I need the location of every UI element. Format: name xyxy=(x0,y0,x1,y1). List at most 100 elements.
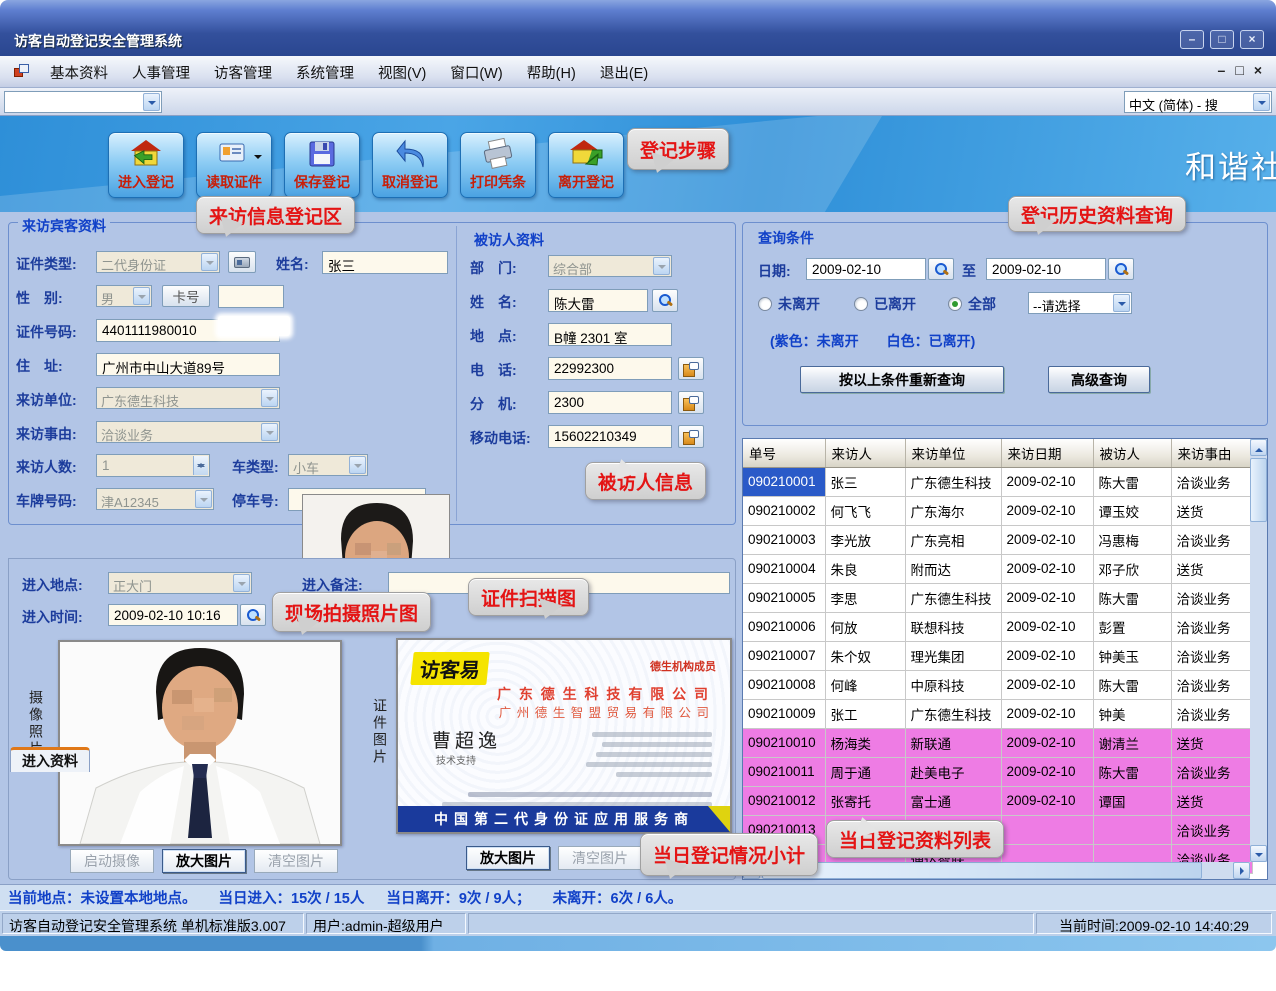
date-from-picker-button[interactable] xyxy=(928,258,954,280)
search-person-button[interactable] xyxy=(652,289,678,312)
table-cell[interactable]: 彭置 xyxy=(1093,612,1171,641)
table-cell[interactable]: 洽谈业务 xyxy=(1171,670,1252,699)
table-cell[interactable]: 送货 xyxy=(1171,728,1252,757)
table-row[interactable]: 090210008何峰中原科技2009-02-10陈大雷洽谈业务 xyxy=(743,670,1252,699)
table-cell[interactable]: 2009-02-10 xyxy=(1001,554,1093,583)
table-cell[interactable]: 附而达 xyxy=(905,554,1001,583)
table-cell[interactable]: 090210002 xyxy=(743,496,825,525)
quick-select-combo[interactable] xyxy=(4,91,162,113)
col-header[interactable]: 被访人 xyxy=(1093,439,1171,467)
date-to-field[interactable]: 2009-02-10 xyxy=(986,258,1106,280)
radio-全部[interactable]: 全部 xyxy=(948,294,996,314)
interviewee-name-field[interactable]: 陈大雷 xyxy=(548,289,648,312)
table-row[interactable]: 090210004朱良附而达2009-02-10邓子欣送货 xyxy=(743,554,1252,583)
dept-combo[interactable]: 综合部 xyxy=(548,255,672,277)
table-cell[interactable]: 090210008 xyxy=(743,670,825,699)
col-header[interactable]: 来访人 xyxy=(825,439,905,467)
table-cell[interactable]: 090210005 xyxy=(743,583,825,612)
table-cell[interactable]: 陈大雷 xyxy=(1093,467,1171,496)
card-number-button[interactable]: 卡号 xyxy=(162,285,210,307)
table-cell[interactable]: 赴美电子 xyxy=(905,757,1001,786)
table-cell[interactable]: 090210011 xyxy=(743,757,825,786)
table-cell[interactable]: 钟美 xyxy=(1093,699,1171,728)
table-cell[interactable]: 090210004 xyxy=(743,554,825,583)
menu-item-0[interactable]: 基本资料 xyxy=(38,58,120,87)
cert-type-combo[interactable]: 二代身份证 xyxy=(96,251,220,273)
table-cell[interactable]: 李光放 xyxy=(825,525,905,554)
table-cell[interactable]: 广东德生科技 xyxy=(905,467,1001,496)
table-cell[interactable]: 2009-02-10 xyxy=(1001,786,1093,815)
table-row[interactable]: 090210003李光放广东亮相2009-02-10冯惠梅洽谈业务 xyxy=(743,525,1252,554)
horizontal-scrollbar[interactable] xyxy=(743,862,1250,879)
放大图片-button[interactable]: 放大图片 xyxy=(162,849,246,873)
vehicle-type-combo[interactable]: 小车 xyxy=(288,454,368,476)
table-cell[interactable]: 2009-02-10 xyxy=(1001,583,1093,612)
table-cell[interactable]: 谭玉姣 xyxy=(1093,496,1171,525)
table-cell[interactable]: 陈大雷 xyxy=(1093,757,1171,786)
table-cell[interactable]: 朱良 xyxy=(825,554,905,583)
location-field[interactable]: B幢 2301 室 xyxy=(548,323,672,346)
table-cell[interactable]: 送货 xyxy=(1171,786,1252,815)
table-cell[interactable]: 090210012 xyxy=(743,786,825,815)
menu-item-6[interactable]: 帮助(H) xyxy=(515,58,588,87)
chevron-down-icon[interactable] xyxy=(1253,93,1270,111)
scroll-down-icon[interactable] xyxy=(1250,845,1267,862)
enter-register-button[interactable]: 进入登记 xyxy=(108,132,184,198)
table-cell[interactable]: 富士通 xyxy=(905,786,1001,815)
col-header[interactable]: 来访事由 xyxy=(1171,439,1252,467)
table-cell[interactable]: 090210009 xyxy=(743,699,825,728)
read-card-button[interactable]: 读取证件 xyxy=(196,132,272,198)
table-cell[interactable] xyxy=(1001,815,1093,844)
dial-phone-button[interactable] xyxy=(678,357,704,380)
table-cell[interactable]: 洽谈业务 xyxy=(1171,699,1252,728)
table-cell[interactable]: 周于通 xyxy=(825,757,905,786)
menu-item-3[interactable]: 系统管理 xyxy=(284,58,366,87)
table-cell[interactable]: 090210010 xyxy=(743,728,825,757)
radio-icon[interactable] xyxy=(948,297,962,311)
time-picker-button[interactable] xyxy=(240,604,266,626)
table-cell[interactable]: 陈大雷 xyxy=(1093,670,1171,699)
table-row[interactable]: 090210005李思广东德生科技2009-02-10陈大雷洽谈业务 xyxy=(743,583,1252,612)
radio-未离开[interactable]: 未离开 xyxy=(758,294,820,314)
table-cell[interactable]: 广东德生科技 xyxy=(905,699,1001,728)
table-cell[interactable] xyxy=(1093,815,1171,844)
print-receipt-button[interactable]: 打印凭条 xyxy=(460,132,536,198)
chevron-down-icon[interactable] xyxy=(254,155,262,163)
table-cell[interactable]: 张三 xyxy=(825,467,905,496)
col-header[interactable]: 来访日期 xyxy=(1001,439,1093,467)
table-cell[interactable]: 陈大雷 xyxy=(1093,583,1171,612)
table-cell[interactable]: 090210007 xyxy=(743,641,825,670)
table-cell[interactable]: 2009-02-10 xyxy=(1001,525,1093,554)
scroll-up-icon[interactable] xyxy=(1250,439,1267,456)
scroll-right-icon[interactable] xyxy=(1233,862,1250,879)
date-to-picker-button[interactable] xyxy=(1108,258,1134,280)
plate-combo[interactable]: 津A12345 xyxy=(96,488,214,510)
address-field[interactable]: 广州市中山大道89号 xyxy=(96,353,280,376)
enter-time-field[interactable]: 2009-02-10 10:16 xyxy=(108,604,238,626)
advanced-query-button[interactable]: 高级查询 xyxy=(1048,366,1150,393)
table-cell[interactable]: 2009-02-10 xyxy=(1001,728,1093,757)
table-cell[interactable]: 中原科技 xyxy=(905,670,1001,699)
mdi-close-icon[interactable]: × xyxy=(1254,62,1262,78)
table-cell[interactable]: 洽谈业务 xyxy=(1171,641,1252,670)
hscroll-thumb[interactable] xyxy=(762,862,1202,879)
close-icon[interactable]: × xyxy=(1240,30,1264,49)
language-combo[interactable]: 中文 (简体) - 搜 xyxy=(1124,91,1272,113)
status-select-combo[interactable]: --请选择 xyxy=(1028,292,1132,314)
table-cell[interactable]: 2009-02-10 xyxy=(1001,496,1093,525)
tab-enter-info[interactable]: 进入资料 xyxy=(10,747,90,772)
radio-icon[interactable] xyxy=(854,297,868,311)
menu-item-7[interactable]: 退出(E) xyxy=(588,58,660,87)
table-cell[interactable]: 洽谈业务 xyxy=(1171,525,1252,554)
table-cell[interactable]: 新联通 xyxy=(905,728,1001,757)
table-row[interactable]: 090210011周于通赴美电子2009-02-10陈大雷洽谈业务 xyxy=(743,757,1252,786)
col-header[interactable]: 来访单位 xyxy=(905,439,1001,467)
table-row[interactable]: 090210002何飞飞广东海尔2009-02-10谭玉姣送货 xyxy=(743,496,1252,525)
table-cell[interactable]: 广东海尔 xyxy=(905,496,1001,525)
ext-field[interactable]: 2300 xyxy=(548,391,672,414)
table-cell[interactable]: 杨海类 xyxy=(825,728,905,757)
radio-已离开[interactable]: 已离开 xyxy=(854,294,916,314)
reason-combo[interactable]: 洽谈业务 xyxy=(96,421,280,443)
table-cell[interactable]: 洽谈业务 xyxy=(1171,583,1252,612)
card-reader-button[interactable] xyxy=(228,251,256,273)
